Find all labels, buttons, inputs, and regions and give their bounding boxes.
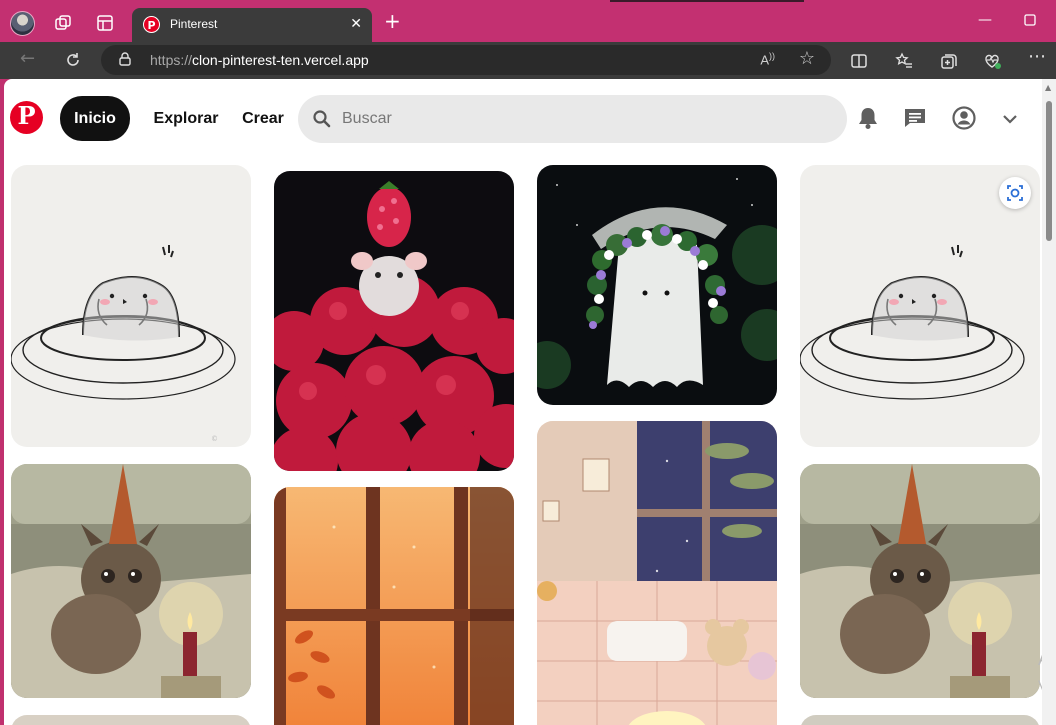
logo-letter: P (17, 101, 36, 130)
messages-icon[interactable] (902, 105, 928, 131)
pin-partial-1[interactable] (11, 715, 251, 725)
search-icon (313, 110, 331, 128)
browser-toolbar: ← https://clon-pinterest-ten.vercel.app … (0, 42, 1056, 79)
nav-crear-button[interactable]: Crear (236, 96, 290, 141)
page-viewport: P Inicio Explorar Crear Buscar © ▲ (4, 79, 1056, 725)
scrollbar-thumb[interactable] (1046, 101, 1052, 241)
url-host: clon-pinterest-ten.vercel.app (192, 52, 369, 68)
minimize-button[interactable]: — (978, 12, 992, 28)
favorite-star-icon[interactable]: ☆ (799, 48, 815, 69)
settings-more-icon[interactable]: ⋯ (1028, 48, 1046, 66)
tabbar-accent-line (610, 0, 804, 2)
lock-icon[interactable] (119, 52, 131, 66)
cat-candle-illustration-duplicate (800, 464, 1040, 698)
pin-cozy-bedroom[interactable] (537, 421, 777, 725)
split-screen-icon[interactable] (850, 52, 868, 70)
otter-illustration: © (11, 165, 251, 447)
cat-candle-illustration (11, 464, 251, 698)
autumn-window-illustration (274, 487, 514, 725)
page-scrollbar[interactable]: ▲ (1042, 79, 1056, 725)
flower-ghost-illustration (537, 165, 777, 405)
svg-text:©: © (211, 435, 218, 443)
new-tab-button[interactable]: + (384, 11, 401, 31)
raspberry-mouse-illustration (274, 171, 514, 471)
collections-icon[interactable] (940, 52, 958, 70)
pinterest-logo-icon[interactable]: P (10, 101, 43, 134)
pin-cat-candle-duplicate[interactable] (800, 464, 1040, 698)
maximize-icon[interactable] (1024, 14, 1036, 26)
pin-partial-2[interactable] (800, 715, 1040, 725)
profile-icon[interactable] (951, 105, 977, 131)
browser-profile-avatar[interactable] (10, 11, 35, 36)
pinterest-favicon-icon: P (143, 16, 160, 33)
read-aloud-icon[interactable]: A)) (760, 51, 775, 67)
pin-raspberry-mouse[interactable] (274, 171, 514, 471)
browser-tabbar: P Pinterest ✕ + — (0, 0, 1056, 42)
search-input[interactable] (342, 95, 822, 143)
pin-cat-candle[interactable] (11, 464, 251, 698)
pin-autumn-window[interactable] (274, 487, 514, 725)
browser-essentials-icon[interactable] (983, 52, 1001, 70)
address-bar[interactable]: https://clon-pinterest-ten.vercel.app A)… (101, 45, 831, 75)
lens-icon (1007, 185, 1023, 201)
workspaces-icon[interactable] (54, 14, 72, 32)
tab-actions-icon[interactable] (96, 14, 114, 32)
refresh-icon[interactable] (64, 51, 82, 69)
tab-close-icon[interactable]: ✕ (350, 16, 362, 32)
favorites-icon[interactable] (895, 52, 913, 70)
back-arrow-icon[interactable]: ← (20, 50, 35, 68)
url-text[interactable]: https://clon-pinterest-ten.vercel.app (150, 52, 369, 68)
notifications-bell-icon[interactable] (855, 105, 881, 131)
pin-flower-ghost[interactable] (537, 165, 777, 405)
pin-otter[interactable]: © (11, 165, 251, 447)
scroll-up-arrow-icon[interactable]: ▲ (1045, 83, 1051, 92)
tab-title: Pinterest (170, 17, 218, 31)
visual-search-lens-button[interactable] (999, 177, 1031, 209)
cozy-bedroom-illustration (537, 421, 777, 725)
chevron-down-icon[interactable] (1000, 109, 1020, 129)
nav-explorar-button[interactable]: Explorar (144, 96, 228, 141)
search-bar[interactable] (298, 95, 847, 143)
active-tab[interactable]: P Pinterest ✕ (132, 8, 372, 42)
url-protocol: https:// (150, 52, 193, 68)
nav-inicio-button[interactable]: Inicio (60, 96, 130, 141)
